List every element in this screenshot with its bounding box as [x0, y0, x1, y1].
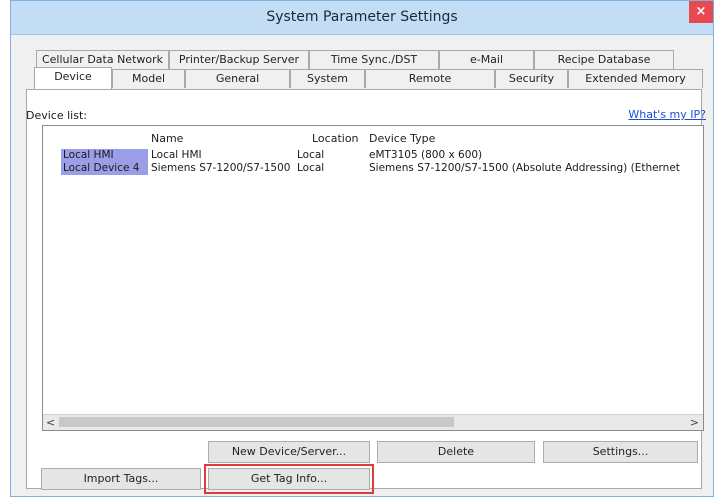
settings-button[interactable]: Settings... — [543, 441, 698, 463]
scroll-left-arrow-icon[interactable]: < — [46, 415, 55, 430]
device-id-cell: Local Device 4 — [61, 162, 148, 175]
scrollbar-thumb[interactable] — [59, 417, 454, 427]
get-tag-info-button[interactable]: Get Tag Info... — [204, 464, 374, 494]
tab-printer-backup-server[interactable]: Printer/Backup Server — [169, 50, 309, 69]
tab-e-mail[interactable]: e-Mail — [439, 50, 534, 69]
tab-model[interactable]: Model — [112, 69, 185, 88]
tab-device[interactable]: Device — [34, 67, 112, 89]
device-type-cell: eMT3105 (800 x 600) — [369, 149, 483, 161]
column-header-name[interactable]: Name — [151, 132, 183, 145]
device-location-cell: Local — [297, 149, 325, 161]
tab-time-sync-dst[interactable]: Time Sync./DST — [309, 50, 439, 69]
tab-system[interactable]: System — [290, 69, 365, 88]
device-list[interactable]: Name Location Device Type Local HMI Loca… — [42, 125, 704, 431]
column-header-device-type[interactable]: Device Type — [369, 132, 435, 145]
new-device-server-button[interactable]: New Device/Server... — [208, 441, 370, 463]
title-bar[interactable]: System Parameter Settings × — [11, 1, 713, 35]
tab-recipe-database[interactable]: Recipe Database — [534, 50, 674, 69]
tab-security[interactable]: Security — [495, 69, 568, 88]
device-type-cell: Siemens S7-1200/S7-1500 (Absolute Addres… — [369, 162, 680, 174]
device-id-cell: Local HMI — [61, 149, 148, 162]
scroll-right-arrow-icon[interactable]: > — [690, 415, 699, 430]
whats-my-ip-link[interactable]: What's my IP? — [628, 108, 706, 121]
column-header-location[interactable]: Location — [312, 132, 359, 145]
device-name-cell: Local HMI — [151, 149, 202, 161]
window-title: System Parameter Settings — [266, 9, 458, 25]
close-button[interactable]: × — [689, 1, 713, 23]
device-location-cell: Local — [297, 162, 325, 174]
tab-general[interactable]: General — [185, 69, 290, 88]
import-tags-button[interactable]: Import Tags... — [41, 468, 201, 490]
table-row[interactable]: Local Device 4 Siemens S7-1200/S7-1500 L… — [43, 162, 703, 175]
delete-button[interactable]: Delete — [377, 441, 535, 463]
device-list-label: Device list: — [26, 109, 87, 122]
horizontal-scrollbar[interactable]: < > — [43, 414, 703, 430]
tab-remote[interactable]: Remote — [365, 69, 495, 88]
tab-extended-memory[interactable]: Extended Memory — [568, 69, 703, 88]
table-row[interactable]: Local HMI Local HMI Local eMT3105 (800 x… — [43, 149, 703, 162]
device-name-cell: Siemens S7-1200/S7-1500 — [151, 162, 291, 174]
